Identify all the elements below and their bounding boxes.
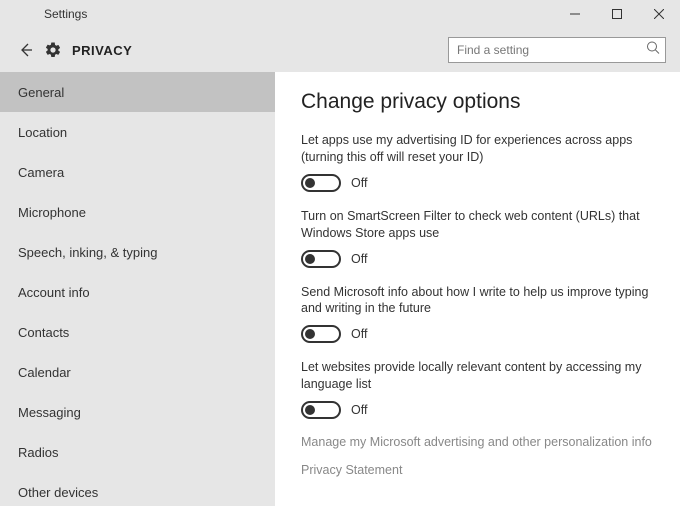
toggle-switch[interactable] [301, 174, 341, 192]
setting-1: Turn on SmartScreen Filter to check web … [301, 208, 654, 268]
sidebar-item-radios[interactable]: Radios [0, 432, 275, 472]
maximize-icon [612, 9, 622, 19]
setting-desc: Let apps use my advertising ID for exper… [301, 132, 654, 166]
toggle-knob [305, 405, 315, 415]
main-panel: Change privacy options Let apps use my a… [275, 72, 680, 506]
sidebar-item-label: Camera [18, 165, 64, 180]
toggle-row: Off [301, 250, 654, 268]
link-0[interactable]: Manage my Microsoft advertising and othe… [301, 435, 654, 449]
search-input[interactable] [448, 37, 666, 63]
sidebar-item-location[interactable]: Location [0, 112, 275, 152]
search-icon [646, 41, 660, 60]
toggle-state-label: Off [351, 252, 367, 266]
close-icon [654, 9, 664, 19]
toggle-state-label: Off [351, 176, 367, 190]
sidebar-item-calendar[interactable]: Calendar [0, 352, 275, 392]
toggle-row: Off [301, 325, 654, 343]
sidebar-item-label: Other devices [18, 485, 98, 500]
toggle-row: Off [301, 401, 654, 419]
window-title: Settings [44, 7, 87, 21]
link-1[interactable]: Privacy Statement [301, 463, 654, 477]
toggle-knob [305, 329, 315, 339]
sidebar-item-account-info[interactable]: Account info [0, 272, 275, 312]
toggle-row: Off [301, 174, 654, 192]
gear-icon [44, 41, 62, 59]
toggle-state-label: Off [351, 327, 367, 341]
back-arrow-icon [18, 42, 34, 58]
setting-desc: Send Microsoft info about how I write to… [301, 284, 654, 318]
sidebar-item-microphone[interactable]: Microphone [0, 192, 275, 232]
sidebar-item-label: Speech, inking, & typing [18, 245, 157, 260]
sidebar-item-label: Account info [18, 285, 90, 300]
sidebar-item-label: Microphone [18, 205, 86, 220]
sidebar-item-label: Radios [18, 445, 58, 460]
sidebar-item-label: General [18, 85, 64, 100]
sidebar-item-label: Messaging [18, 405, 81, 420]
main-heading: Change privacy options [301, 90, 654, 114]
sidebar-item-contacts[interactable]: Contacts [0, 312, 275, 352]
setting-desc: Turn on SmartScreen Filter to check web … [301, 208, 654, 242]
toggle-switch[interactable] [301, 325, 341, 343]
toggle-switch[interactable] [301, 401, 341, 419]
toggle-knob [305, 254, 315, 264]
toggle-knob [305, 178, 315, 188]
sidebar-item-speech-inking-typing[interactable]: Speech, inking, & typing [0, 232, 275, 272]
close-button[interactable] [638, 0, 680, 28]
maximize-button[interactable] [596, 0, 638, 28]
setting-desc: Let websites provide locally relevant co… [301, 359, 654, 393]
sidebar-item-messaging[interactable]: Messaging [0, 392, 275, 432]
sidebar-item-other-devices[interactable]: Other devices [0, 472, 275, 506]
sidebar-item-label: Contacts [18, 325, 69, 340]
sidebar: General Location Camera Microphone Speech, i… [0, 72, 275, 506]
minimize-button[interactable] [554, 0, 596, 28]
search-wrap [448, 37, 666, 63]
back-button[interactable] [14, 38, 38, 62]
sidebar-item-camera[interactable]: Camera [0, 152, 275, 192]
setting-3: Let websites provide locally relevant co… [301, 359, 654, 419]
setting-2: Send Microsoft info about how I write to… [301, 284, 654, 344]
sidebar-item-general[interactable]: General [0, 72, 275, 112]
page-title: PRIVACY [72, 43, 132, 58]
toggle-switch[interactable] [301, 250, 341, 268]
header: PRIVACY [0, 28, 680, 72]
sidebar-item-label: Location [18, 125, 67, 140]
content: General Location Camera Microphone Speech, i… [0, 72, 680, 506]
window-controls [554, 0, 680, 28]
toggle-state-label: Off [351, 403, 367, 417]
sidebar-item-label: Calendar [18, 365, 71, 380]
titlebar: Settings [0, 0, 680, 28]
minimize-icon [570, 9, 580, 19]
setting-0: Let apps use my advertising ID for exper… [301, 132, 654, 192]
